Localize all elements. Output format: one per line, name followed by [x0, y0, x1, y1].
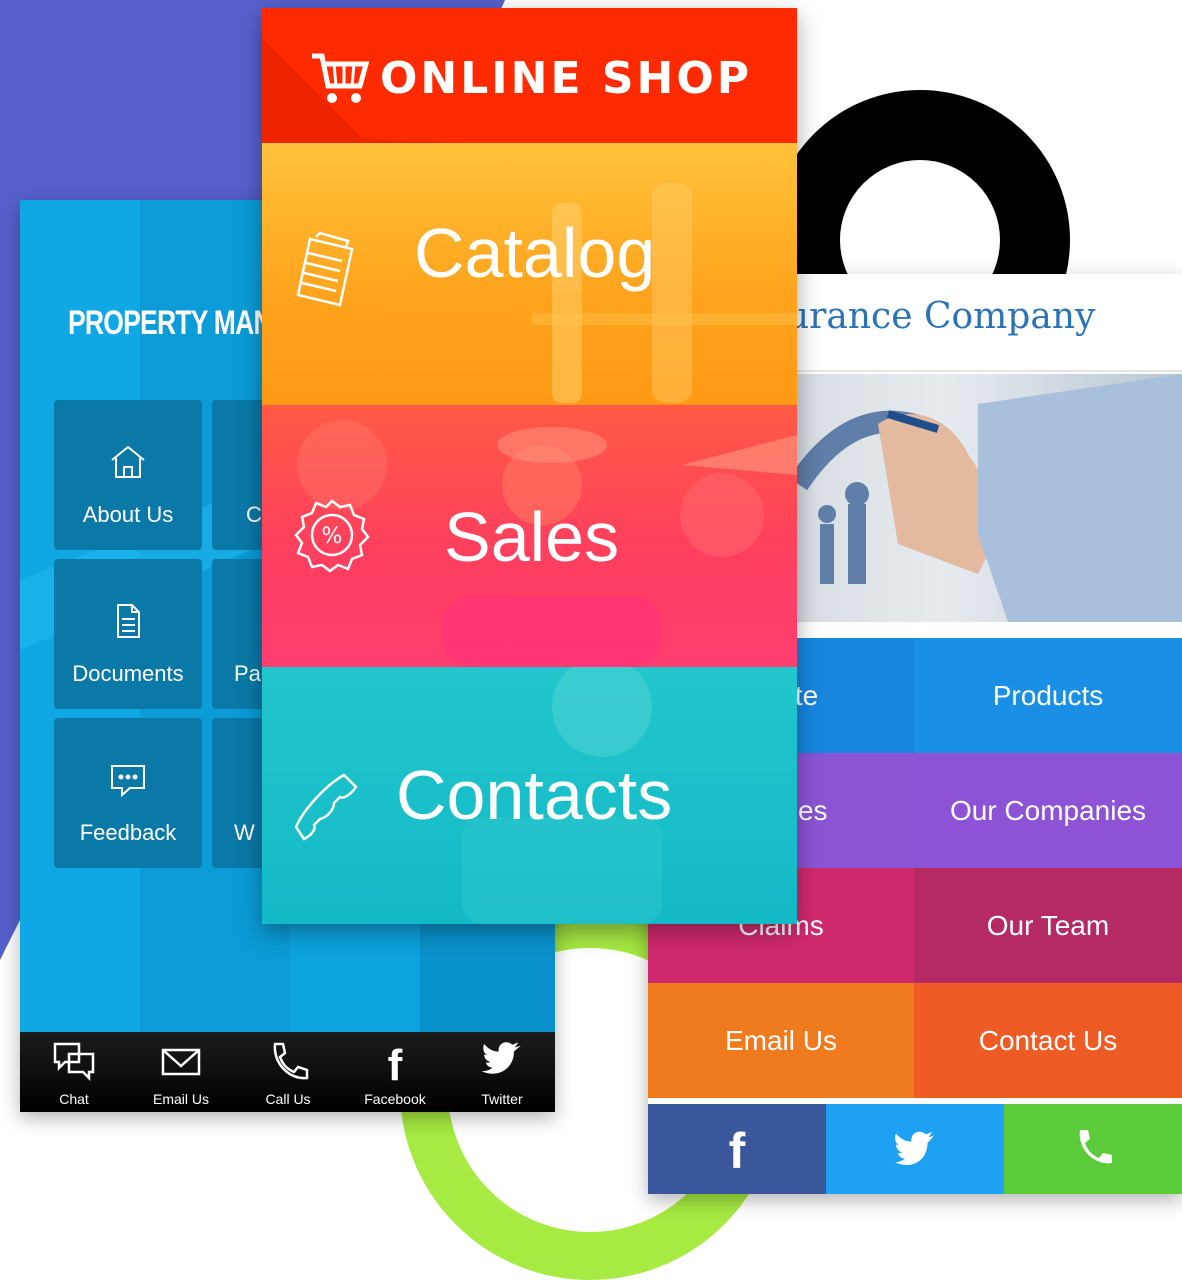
chat-icon	[53, 1042, 95, 1082]
tile-label: Feedback	[79, 820, 177, 845]
home-icon	[54, 440, 202, 489]
section-label: Catalog	[414, 214, 656, 292]
toolbar-email[interactable]: Email Us	[131, 1040, 231, 1107]
page-title: PROPERTY MANA	[68, 304, 291, 342]
tile-label: Pa	[234, 661, 261, 686]
toolbar-twitter[interactable]: Twitter	[452, 1040, 552, 1107]
phone-icon	[273, 1042, 309, 1080]
header: ONLINE SHOP	[262, 8, 797, 143]
chat-bubble-icon	[54, 758, 202, 807]
sales-section[interactable]: % Sales	[262, 405, 797, 667]
facebook-icon: f	[729, 1124, 746, 1174]
twitter-button[interactable]	[826, 1104, 1004, 1194]
page-title: ONLINE SHOP	[380, 53, 753, 104]
bottom-toolbar: Chat Email Us Call Us f Facebook Twitter	[20, 1032, 555, 1112]
toolbar-label: Facebook	[364, 1091, 426, 1107]
twitter-icon	[895, 1131, 934, 1165]
section-label: Contacts	[396, 756, 673, 834]
toolbar-label: Twitter	[481, 1091, 523, 1107]
notepad-icon	[294, 231, 364, 316]
toolbar-label: Call Us	[265, 1091, 311, 1107]
catalog-section[interactable]: Catalog	[262, 143, 797, 405]
toolbar-call[interactable]: Call Us	[238, 1040, 338, 1107]
facebook-button[interactable]: f	[648, 1104, 826, 1194]
tile-label: Our Companies	[949, 794, 1147, 826]
tile-label: Email Us	[724, 1024, 837, 1056]
cart-icon	[312, 53, 370, 103]
phone-handset-icon	[294, 771, 364, 846]
phone-icon	[1079, 1130, 1112, 1164]
contacts-section[interactable]: Contacts	[262, 667, 797, 924]
tile-label: Contact Us	[978, 1024, 1118, 1056]
grid-tile[interactable]: Products	[914, 638, 1182, 753]
tile-feedback[interactable]: Feedback	[54, 718, 202, 868]
toolbar-label: Chat	[59, 1091, 89, 1107]
toolbar-label: Email Us	[152, 1091, 209, 1107]
facebook-icon: f	[388, 1041, 403, 1090]
tile-label: W	[234, 820, 255, 845]
tile-label: C	[246, 502, 262, 527]
tile-label: Documents	[72, 661, 184, 686]
shop-app-screen: ONLINE SHOP Catalog % Sales Contacts	[262, 8, 797, 924]
tile-about-us[interactable]: About Us	[54, 400, 202, 550]
tile-label: About Us	[82, 502, 174, 527]
grid-tile[interactable]: Our Team	[914, 868, 1182, 983]
svg-text:%: %	[322, 524, 343, 549]
toolbar-chat[interactable]: Chat	[24, 1040, 124, 1107]
tile-documents[interactable]: Documents	[54, 559, 202, 709]
envelope-icon	[161, 1048, 201, 1076]
grid-tile[interactable]: Our Companies	[914, 753, 1182, 868]
svg-text:f: f	[729, 1124, 746, 1174]
grid-tile[interactable]: Email Us	[648, 983, 914, 1098]
document-icon	[54, 599, 202, 648]
tile-label: Our Team	[986, 909, 1110, 941]
section-label: Sales	[444, 498, 620, 576]
toolbar-facebook[interactable]: f Facebook	[345, 1040, 445, 1107]
svg-text:f: f	[388, 1041, 403, 1084]
tile-label: Products	[992, 679, 1104, 711]
percent-badge-icon: %	[294, 497, 370, 578]
twitter-icon	[481, 1042, 521, 1074]
phone-button[interactable]	[1004, 1104, 1182, 1194]
page-title: urance Company	[786, 296, 1096, 337]
grid-tile[interactable]: Contact Us	[914, 983, 1182, 1098]
